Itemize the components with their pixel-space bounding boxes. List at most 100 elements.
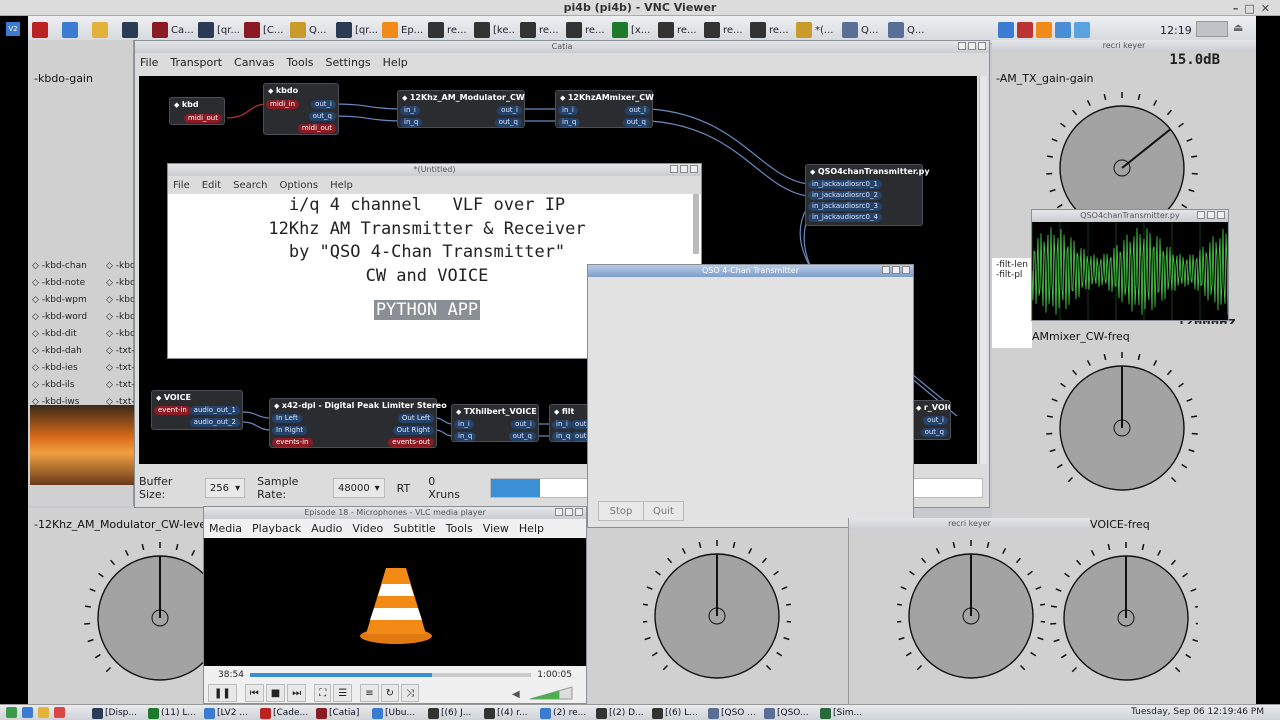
txt-param-item[interactable]: ◇ -kbd <box>106 275 134 292</box>
editor-menu-file[interactable]: File <box>173 180 190 191</box>
buffer-size-select[interactable]: 256 ▾ <box>204 478 246 498</box>
am-mixer-freq-knob[interactable] <box>1044 350 1200 506</box>
volume-icon[interactable] <box>1074 22 1090 38</box>
menu-canvas[interactable]: Canvas <box>234 56 274 69</box>
panel-launcher[interactable]: re... <box>566 19 608 41</box>
node-r-voice[interactable]: r_VOICE out_i out_q <box>911 400 951 440</box>
equalizer-icon[interactable]: ☰ <box>333 684 353 702</box>
network-icon[interactable] <box>1055 22 1071 38</box>
txt-param-item[interactable]: ◇ -txt-s <box>106 377 134 394</box>
previous-icon[interactable]: ⏮ <box>244 684 264 702</box>
quicklaunch-icon[interactable] <box>6 707 17 718</box>
panel-launcher[interactable]: Q... <box>888 19 930 41</box>
txt-param-item[interactable]: ◇ -txt-s <box>106 343 134 360</box>
kbd-param-item[interactable]: ◇ -kbd-dah <box>32 343 104 360</box>
port-out-i[interactable]: out_i <box>511 420 536 429</box>
vlc-menu-playback[interactable]: Playback <box>252 522 301 535</box>
taskbar-item[interactable]: [(2) D... <box>596 706 650 720</box>
txt-param-item[interactable]: ◇ -txt-u <box>106 360 134 377</box>
port-in-right[interactable]: In Right <box>272 426 308 435</box>
panel-launcher[interactable] <box>92 19 118 41</box>
menu-transport[interactable]: Transport <box>170 56 222 69</box>
port-event-in[interactable]: event-in <box>154 406 191 415</box>
loop-icon[interactable]: ↻ <box>380 684 399 702</box>
catia-window-controls[interactable] <box>958 42 986 50</box>
txt-param-item[interactable]: ◇ -kbd <box>106 309 134 326</box>
txt-param-item[interactable]: ◇ -kbd <box>106 292 134 309</box>
node-kbdo[interactable]: kbdo midi_in out_i out_q midi_out <box>263 83 339 135</box>
port-midi-in[interactable]: midi_in <box>266 100 300 109</box>
taskbar-item[interactable]: [LV2 ... <box>204 706 258 720</box>
voice-freq-knob[interactable] <box>1050 540 1198 700</box>
eject-icon[interactable]: ⏏ <box>1233 21 1243 34</box>
panel-launcher[interactable]: Q... <box>290 19 332 41</box>
playlist-icon[interactable]: ≡ <box>360 684 379 702</box>
quicklaunch-icon[interactable] <box>54 707 65 718</box>
port-out-q[interactable]: out_q <box>494 118 522 127</box>
port-in-q[interactable]: in_q <box>558 118 581 127</box>
editor-menu-search[interactable]: Search <box>233 180 267 191</box>
editor-window-controls[interactable] <box>670 165 698 173</box>
xruns-counter[interactable]: 0 Xruns <box>428 475 468 501</box>
port-events-out[interactable]: events-out <box>388 438 434 447</box>
vlc-video-area[interactable] <box>204 538 586 666</box>
port-in-i[interactable]: in_i <box>558 106 578 115</box>
kbd-param-item[interactable]: ◇ -kbd-word <box>32 309 104 326</box>
window-controls[interactable]: –□✕ <box>1233 1 1276 17</box>
panel-launcher[interactable]: re... <box>428 19 470 41</box>
vlc-menu-media[interactable]: Media <box>209 522 242 535</box>
vlc-tray-icon[interactable] <box>1036 22 1052 38</box>
kbd-param-item[interactable]: ◇ -kbd-wpm <box>32 292 104 309</box>
filt-len-item[interactable]: -filt-len <box>996 260 1028 270</box>
editor-menu-help[interactable]: Help <box>330 180 353 191</box>
port-out-q[interactable]: out_q <box>920 428 948 437</box>
kbd-param-item[interactable]: ◇ -kbd-chan <box>32 258 104 275</box>
port-audio-out-1[interactable]: audio_out_1 <box>189 406 240 415</box>
taskbar-item[interactable]: (11) L... <box>148 706 202 720</box>
panel-launcher[interactable]: Ep... <box>382 19 424 41</box>
qso-titlebar[interactable]: QSO 4-Chan Transmitter <box>588 265 913 277</box>
kbd-param-item[interactable]: ◇ -kbd-ils <box>32 377 104 394</box>
panel-launcher[interactable]: [C... <box>244 19 286 41</box>
stop-button[interactable]: Stop <box>598 501 644 521</box>
vlc-menu-video[interactable]: Video <box>352 522 383 535</box>
menu-tools[interactable]: Tools <box>286 56 313 69</box>
jack-tray-icon[interactable] <box>1017 22 1033 38</box>
shuffle-icon[interactable]: ⤨ <box>400 684 419 702</box>
port-out-q[interactable]: out_q <box>622 118 650 127</box>
vlc-menu-tools[interactable]: Tools <box>446 522 473 535</box>
port-in-3[interactable]: in_jackaudiosrc0_3 <box>808 202 882 211</box>
taskbar-item[interactable]: [Catia] <box>316 706 370 720</box>
port-out-i[interactable]: out_i <box>311 100 336 109</box>
next-icon[interactable]: ⏭ <box>287 684 307 702</box>
taskbar-item[interactable]: [Sim... <box>820 706 874 720</box>
port-in-4[interactable]: in_jackaudiosrc0_4 <box>808 213 882 222</box>
menu-file[interactable]: File <box>140 56 158 69</box>
port-in-1[interactable]: in_jackaudiosrc0_1 <box>808 180 882 189</box>
taskbar-item[interactable]: [Cade... <box>260 706 314 720</box>
keyer-knob[interactable] <box>897 534 1045 702</box>
txt-param-item[interactable]: ◇ -kbd <box>106 258 134 275</box>
port-events-in[interactable]: events-in <box>272 438 313 447</box>
fullscreen-icon[interactable]: ⛶ <box>314 684 332 702</box>
port-out-i[interactable]: out_i <box>497 106 522 115</box>
node-x42-limiter[interactable]: x42-dpl - Digital Peak Limiter Stereo In… <box>269 398 447 448</box>
taskbar-item[interactable]: [(4) r... <box>484 706 538 720</box>
node-voice[interactable]: VOICE event-in audio_out_1 audio_out_2 <box>151 390 243 430</box>
kbd-param-item[interactable]: ◇ -kbd-ies <box>32 360 104 377</box>
menu-settings[interactable]: Settings <box>326 56 371 69</box>
volume-slider[interactable]: ◀ <box>510 685 574 701</box>
txt-param-item[interactable]: ◇ -kbd <box>106 326 134 343</box>
taskbar-item[interactable]: (2) re... <box>540 706 594 720</box>
qso-window-controls[interactable] <box>882 266 910 274</box>
port-out-q[interactable]: out_q <box>308 112 336 121</box>
port-midi-out[interactable]: midi_out <box>297 124 336 133</box>
port-audio-out-2[interactable]: audio_out_2 <box>189 418 240 427</box>
taskbar-item[interactable]: [Disp... <box>92 706 146 720</box>
panel-launcher[interactable]: re... <box>704 19 746 41</box>
vlc-menu-audio[interactable]: Audio <box>311 522 342 535</box>
canvas-scrollbar[interactable] <box>979 76 987 464</box>
panel-launcher[interactable]: re... <box>658 19 700 41</box>
panel-launcher[interactable]: [qr... <box>336 19 378 41</box>
node-qso4chan[interactable]: QSO4chanTransmitter.py in_jackaudiosrc0_… <box>805 164 930 226</box>
